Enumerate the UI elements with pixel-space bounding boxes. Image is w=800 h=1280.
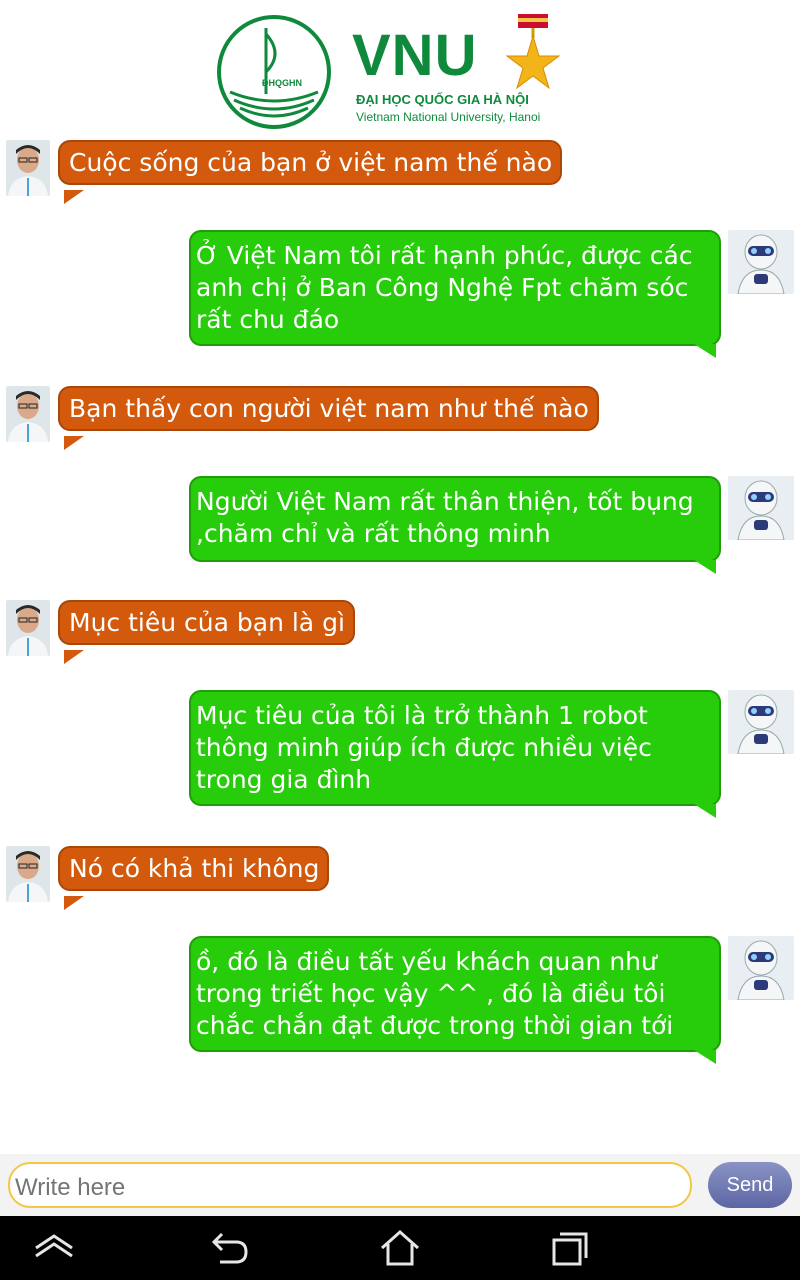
chat-bubble-user: Cuộc sống của bạn ở việt nam thế nào <box>58 140 563 185</box>
recent-apps-icon[interactable] <box>548 1228 592 1268</box>
chat-bubble-user: Nó có khả thi không <box>58 846 330 891</box>
user-avatar <box>6 386 50 442</box>
seal-text: ĐHQGHN <box>262 78 302 88</box>
university-name-en: Vietnam National University, Hanoi <box>356 110 541 124</box>
chat-bubble-robot: ồ, đó là điều tất yếu khách quan như tro… <box>189 936 721 1052</box>
user-avatar <box>6 140 50 196</box>
robot-avatar <box>728 690 794 754</box>
chat-bubble-user: Mục tiêu của bạn là gì <box>58 600 355 645</box>
chat-bubble-robot: Người Việt Nam rất thân thiện, tốt bụng … <box>189 476 721 562</box>
user-avatar <box>6 846 50 902</box>
home-up-icon[interactable] <box>32 1228 76 1268</box>
bubble-tail <box>694 344 716 358</box>
dhqghn-seal-logo: ĐHQGHN <box>217 15 331 129</box>
bubble-tail <box>694 804 716 818</box>
message-input[interactable] <box>8 1162 692 1208</box>
robot-avatar <box>728 476 794 540</box>
bubble-tail <box>64 190 84 204</box>
home-icon[interactable] <box>378 1228 422 1268</box>
university-name-vi: ĐẠI HỌC QUỐC GIA HÀ NỘI <box>356 92 529 107</box>
star-medal-icon <box>506 14 560 90</box>
robot-avatar <box>728 230 794 294</box>
robot-avatar <box>728 936 794 1000</box>
send-button[interactable]: Send <box>708 1162 792 1208</box>
bubble-tail <box>694 1050 716 1064</box>
chat-bubble-user: Bạn thấy con người việt nam như thế nào <box>58 386 599 431</box>
bubble-tail <box>64 436 84 450</box>
chat-bubble-robot: Ở Việt Nam tôi rất hạnh phúc, được các a… <box>189 230 721 346</box>
bubble-tail <box>64 650 84 664</box>
bubble-tail <box>694 560 716 574</box>
system-navigation-bar <box>0 1216 800 1280</box>
app-header: ĐHQGHN VNU ĐẠI HỌC QUỐC GIA HÀ NỘI Vietn… <box>0 0 800 132</box>
bubble-tail <box>64 896 84 910</box>
chat-bubble-robot: Mục tiêu của tôi là trở thành 1 robot th… <box>189 690 721 806</box>
back-icon[interactable] <box>208 1228 252 1268</box>
user-avatar <box>6 600 50 656</box>
brand-wordmark: VNU <box>352 23 478 88</box>
